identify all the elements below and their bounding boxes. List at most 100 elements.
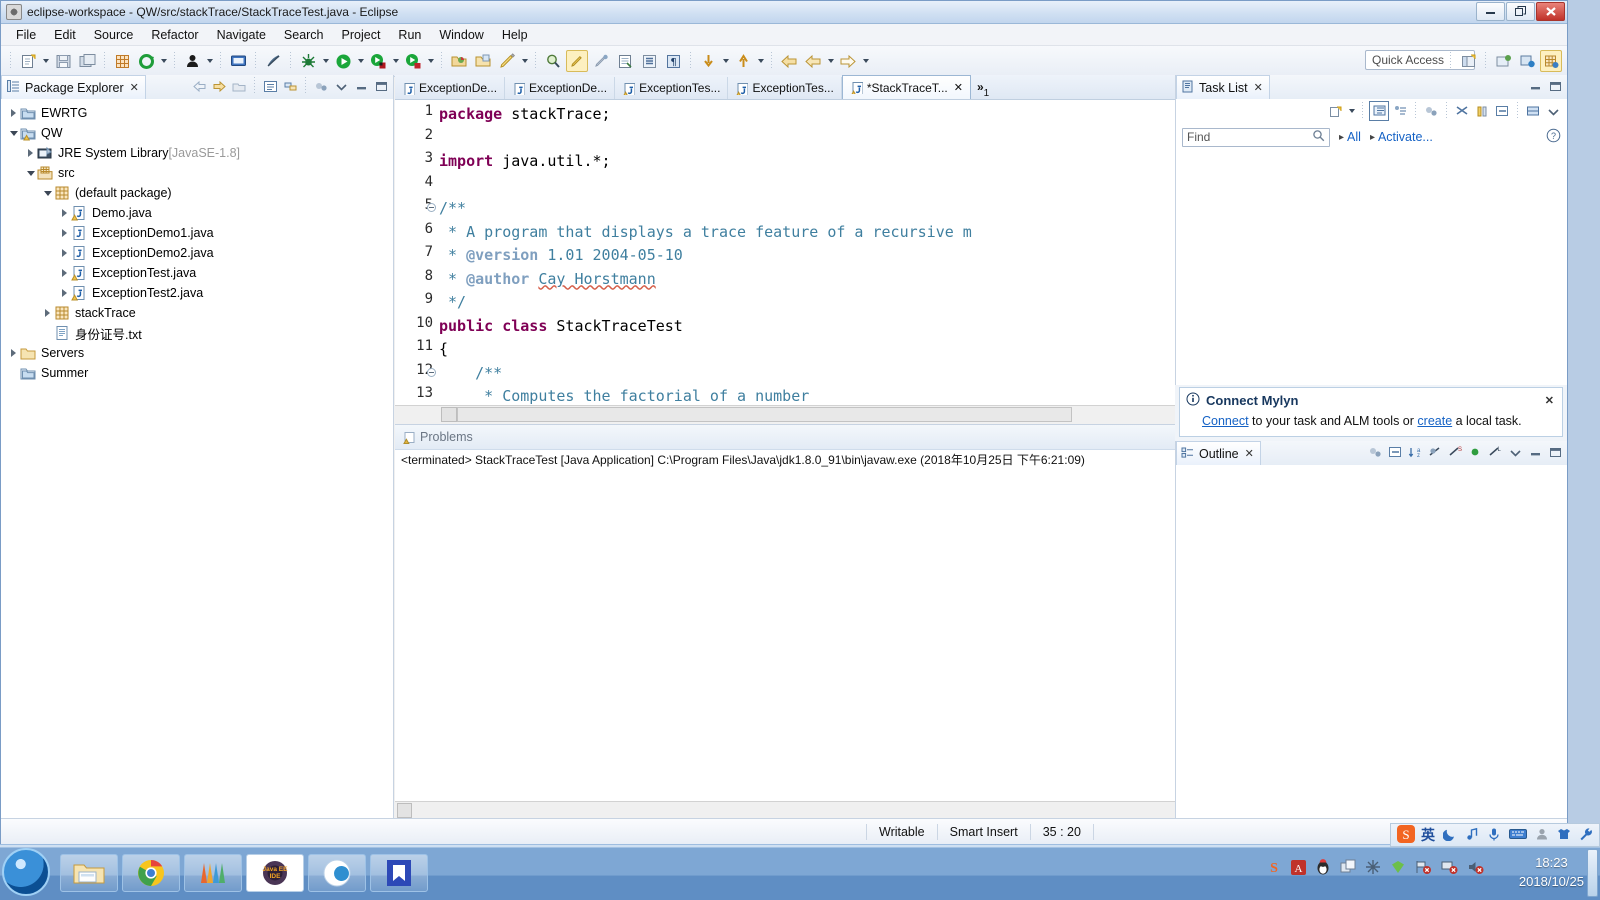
tree-item-servers[interactable]: Servers (1, 343, 393, 363)
editor-tab[interactable]: ExceptionTes... (728, 77, 842, 99)
new-wizard-icon[interactable] (17, 50, 39, 72)
scroll-left-icon[interactable] (441, 407, 457, 422)
focus-on-workweek-icon[interactable] (1422, 102, 1440, 120)
tree-item-qw[interactable]: QW (1, 123, 393, 143)
up-arrow-icon[interactable] (732, 50, 754, 72)
view-menu-icon[interactable] (1506, 443, 1524, 461)
adobe-icon[interactable]: A (1291, 859, 1306, 878)
minimize-icon[interactable] (352, 77, 370, 95)
menu-file[interactable]: File (7, 26, 45, 44)
network-error-icon[interactable] (1441, 859, 1458, 878)
editor-tab-overflow[interactable]: » 1 (971, 75, 995, 99)
skin-icon[interactable] (1557, 827, 1571, 844)
synchronize-icon[interactable] (1453, 102, 1471, 120)
down-arrow-dropdown[interactable] (720, 50, 731, 72)
up-arrow-dropdown[interactable] (755, 50, 766, 72)
taskbar-java-ee-ide[interactable]: Java EE IDE (246, 854, 304, 892)
collapse-all-icon[interactable] (1493, 102, 1511, 120)
search-icon[interactable] (542, 50, 564, 72)
note-icon[interactable] (1465, 827, 1479, 844)
code-line[interactable]: * Computes the factorial of a number (439, 385, 809, 405)
tree-item-jre-system-library[interactable]: JRE System Library [JavaSE-1.8] (1, 143, 393, 163)
code-line[interactable]: import java.util.*; (439, 150, 611, 174)
tree-item-src[interactable]: src (1, 163, 393, 183)
close-icon[interactable]: ✕ (1545, 394, 1558, 407)
collapse-arrow-icon[interactable] (41, 303, 54, 323)
expand-arrow-icon[interactable] (7, 123, 20, 143)
java-perspective-icon[interactable] (1540, 50, 1562, 72)
collapse-arrow-icon[interactable] (58, 223, 71, 243)
tree-item-exceptiontest2-java[interactable]: ExceptionTest2.java (1, 283, 393, 303)
back-icon[interactable] (802, 50, 824, 72)
open-folder-icon[interactable] (448, 50, 470, 72)
back-icon[interactable] (190, 77, 208, 95)
menu-project[interactable]: Project (333, 26, 390, 44)
run-external-icon[interactable] (367, 50, 389, 72)
refresh-icon[interactable] (135, 50, 157, 72)
filter-activate-link[interactable]: Activate... (1378, 130, 1433, 144)
maximize-icon[interactable] (372, 77, 390, 95)
outline-minimize-icon[interactable] (1526, 443, 1544, 461)
menu-run[interactable]: Run (389, 26, 430, 44)
collapse-arrow-icon[interactable] (58, 243, 71, 263)
green-shield-icon[interactable] (1390, 859, 1406, 878)
save-icon[interactable] (52, 50, 74, 72)
categorized-presentation-icon[interactable] (1369, 101, 1389, 121)
start-button[interactable] (2, 848, 50, 896)
java-browsing-perspective-icon[interactable] (1492, 50, 1514, 72)
menu-edit[interactable]: Edit (45, 26, 85, 44)
spark-icon[interactable] (1365, 859, 1381, 878)
expand-arrow-icon[interactable] (24, 163, 37, 183)
view-menu-icon[interactable] (332, 77, 350, 95)
debug-bug-icon[interactable] (297, 50, 319, 72)
toggle-mark-icon[interactable] (638, 50, 660, 72)
minimize-button[interactable] (1476, 2, 1505, 21)
window-icon[interactable] (1340, 859, 1356, 878)
run-external-dropdown[interactable] (390, 50, 401, 72)
collapse-arrow-icon[interactable] (58, 263, 71, 283)
ime-lang-label[interactable]: 英 (1421, 825, 1435, 845)
editor-gutter[interactable]: 12345678910111213 (395, 100, 439, 405)
restore-button[interactable] (1506, 2, 1535, 21)
taskbar-wps[interactable] (370, 854, 428, 892)
tree-item-ewrtg[interactable]: EWRTG (1, 103, 393, 123)
menu-refactor[interactable]: Refactor (142, 26, 207, 44)
task-list-minimize-icon[interactable] (1526, 77, 1544, 95)
connect-link[interactable]: Connect (1202, 414, 1249, 428)
volume-mute-icon[interactable] (1467, 859, 1484, 878)
code-line[interactable]: package stackTrace; (439, 103, 611, 127)
taskbar-colorful-app[interactable] (184, 854, 242, 892)
collapse-all-icon[interactable] (1386, 443, 1404, 461)
code-line[interactable]: { (439, 338, 448, 362)
back-left-icon[interactable] (778, 50, 800, 72)
refresh-dropdown[interactable] (158, 50, 169, 72)
close-icon[interactable]: ✕ (954, 81, 963, 94)
task-list-maximize-icon[interactable] (1546, 77, 1564, 95)
new-java-package-icon[interactable] (111, 50, 133, 72)
forward-icon[interactable] (210, 77, 228, 95)
save-all-icon[interactable] (76, 50, 98, 72)
focus-icon[interactable] (312, 77, 330, 95)
help-icon[interactable]: ? (1546, 128, 1561, 146)
moon-icon[interactable] (1442, 827, 1457, 844)
hide-fields-icon[interactable] (1426, 443, 1444, 461)
sort-icon[interactable]: az (1406, 443, 1424, 461)
collapse-arrow-icon[interactable] (7, 103, 20, 123)
tree-item-demo-java[interactable]: Demo.java (1, 203, 393, 223)
run-coverage-dropdown[interactable] (425, 50, 436, 72)
new-wizard-dropdown[interactable] (40, 50, 51, 72)
code-line[interactable]: */ (439, 291, 466, 315)
restore-task-icon[interactable] (1473, 102, 1491, 120)
run-icon[interactable] (332, 50, 354, 72)
task-repositories-icon[interactable] (1524, 102, 1542, 120)
tab-package-explorer[interactable]: Package Explorer ✕ (1, 75, 146, 99)
focus-icon[interactable] (1366, 443, 1384, 461)
wrench-icon[interactable] (1579, 827, 1593, 844)
code-line[interactable]: /** (439, 362, 502, 386)
collapse-arrow-icon[interactable] (7, 343, 20, 363)
sogou-s-icon[interactable]: S (1397, 824, 1415, 846)
menu-help[interactable]: Help (493, 26, 537, 44)
debug-person-icon[interactable] (181, 50, 203, 72)
editor-tab[interactable]: ExceptionDe... (395, 77, 506, 99)
back-dropdown[interactable] (825, 50, 836, 72)
